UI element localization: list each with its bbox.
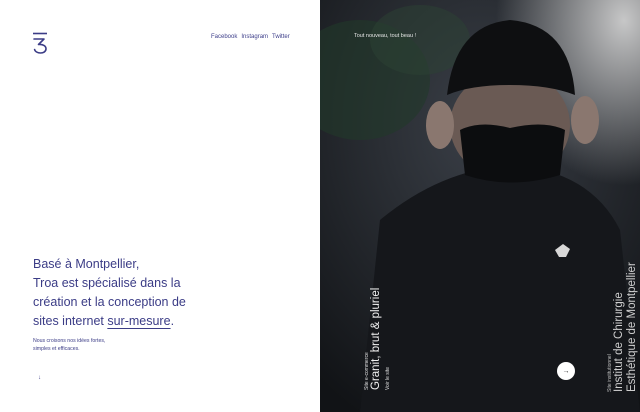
facebook-link[interactable]: Facebook [211, 34, 237, 40]
hero-line-1: Basé à Montpellier, [33, 257, 140, 271]
project-category: Site institutionnel [607, 354, 613, 392]
next-project-button[interactable]: → [557, 362, 575, 380]
project-card-granit[interactable]: Site e-commerce Granit, brut & pluriel V… [364, 288, 391, 390]
tagline: Tout nouveau, tout beau ! [354, 33, 417, 39]
hero-line-4-suffix: . [170, 314, 175, 328]
view-site-link[interactable]: Voir le site [385, 288, 391, 390]
social-links: Facebook Instagram Twitter [211, 34, 290, 40]
hero-line-3: création et la conception de [33, 295, 186, 309]
hero-line-2: Troa est spécialisé dans la [33, 276, 181, 290]
arrow-right-icon: → [562, 367, 570, 375]
featured-project-panel: Tout nouveau, tout beau ! Site e-commerc… [320, 0, 640, 412]
project-card-institut[interactable]: Site institutionnel Institut de Chirurgi… [607, 262, 639, 392]
project-title: Granit, brut & pluriel [370, 287, 382, 390]
hero-sub-line-2: simples et efficaces. [33, 345, 80, 352]
left-panel: Facebook Instagram Twitter Basé à Montpe… [0, 0, 320, 412]
instagram-link[interactable]: Instagram [241, 34, 268, 40]
hero-headline: Basé à Montpellier, Troa est spécialisé … [33, 255, 313, 331]
hero-line-4: sites internet sur-mesure. [33, 312, 313, 331]
troa-logo-icon[interactable] [30, 32, 50, 54]
project-title-line-2: Esthétique de Montpellier [626, 262, 638, 392]
sur-mesure-link[interactable]: sur-mesure [107, 314, 170, 328]
hero-sub-line-1: Nous croisons nos idées fortes, [33, 338, 106, 344]
twitter-link[interactable]: Twitter [272, 34, 290, 40]
project-category: Site e-commerce [364, 352, 370, 390]
project-title-line-1: Institut de Chirurgie [613, 292, 625, 392]
hero-subtext: Nous croisons nos idées fortes, simples … [33, 338, 153, 353]
arrow-down-icon[interactable]: ↓ [38, 375, 41, 381]
hero-line-4-prefix: sites internet [33, 314, 108, 328]
